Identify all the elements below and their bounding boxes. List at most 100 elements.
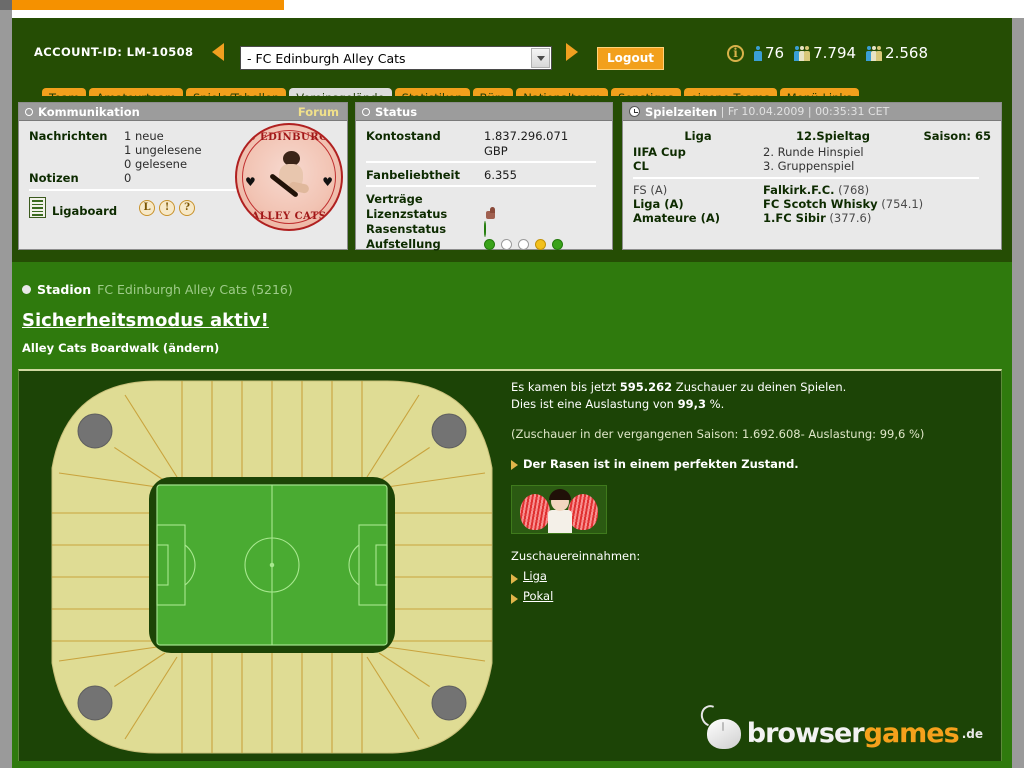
revenue-link-liga-row: Liga [511, 568, 981, 585]
spielzeiten-date: Fr 10.04.2009 [727, 105, 805, 118]
spielzeiten-header-row: Liga 12.Spieltag Saison: 65 [633, 129, 991, 143]
status-dot-green [484, 221, 486, 237]
main-tabs: Team Amateurteam Spiele/Tabellen Vereins… [42, 88, 860, 96]
spielzeiten-row-cl: CL 3. Gruppenspiel [633, 159, 991, 173]
vertraege-label: Verträge [366, 192, 423, 206]
revenue-link-liga[interactable]: Liga [523, 568, 547, 585]
info-circle-icon[interactable]: i [727, 44, 744, 62]
nachrichten-new[interactable]: 1 neue [124, 129, 164, 143]
spielzeiten-panel: Spielzeiten | Fr 10.04.2009 | 00:35:31 C… [622, 102, 1002, 250]
pitch-status-text: Der Rasen ist in einem perfekten Zustand… [523, 457, 799, 471]
attendance-prefix: Es kamen bis jetzt [511, 380, 620, 394]
revenue-label: Zuschauereinnahmen: [511, 549, 641, 563]
tab-team[interactable]: Team [42, 88, 87, 96]
match-type: Amateure (A) [633, 211, 721, 225]
logo-tld: .de [961, 726, 983, 741]
cheerleader-dress [548, 510, 572, 533]
notizen-value[interactable]: 0 [124, 171, 131, 185]
emblem-bottom-text: ALLEY CATS [251, 211, 327, 222]
opponent-rating: (768) [838, 183, 870, 197]
kontostand-currency: GBP [484, 144, 508, 158]
aufstellung-row: Aufstellung [366, 237, 602, 251]
ligaboard-button-l[interactable]: L [139, 199, 156, 216]
pitch-status-row: Der Rasen ist in einem perfekten Zustand… [511, 456, 981, 473]
stadium-info: Es kamen bis jetzt 595.262 Zuschauer zu … [511, 379, 981, 605]
competition-name: IIFA Cup [633, 145, 686, 159]
person-icon [754, 45, 762, 61]
competition-detail: 2. Runde Hinspiel [763, 145, 864, 159]
ligaboard-label[interactable]: Ligaboard [52, 204, 117, 218]
app-root: ACCOUNT-ID: LM-10508 - FC Edinburgh Alle… [0, 0, 1024, 768]
fanbeliebtheit-label: Fanbeliebtheit [366, 168, 460, 182]
nachrichten-unread[interactable]: 1 ungelesene [124, 143, 202, 157]
fanbeliebtheit-row: Fanbeliebtheit 6.355 [366, 168, 602, 182]
spielzeiten-body: Liga 12.Spieltag Saison: 65 IIFA Cup 2. … [623, 121, 1001, 231]
revenue-link-pokal[interactable]: Pokal [523, 588, 553, 605]
stat-teams: 2.568 [866, 44, 928, 62]
aufstellung-dots [484, 237, 563, 251]
vertraege-row: Verträge [366, 192, 602, 206]
tab-buero[interactable]: Büro [472, 88, 514, 96]
tab-vereinsgelaende[interactable]: Vereinsgelände [289, 88, 392, 96]
cheerleader-hair [549, 489, 571, 500]
stadion-section-title: Stadion FC Edinburgh Alley Cats (5216) [22, 282, 293, 297]
group-icon [866, 45, 883, 61]
spielzeiten-title: Spielzeiten [645, 104, 718, 119]
top-white-banner [12, 10, 1024, 18]
security-mode-heading: Sicherheitsmodus aktiv! [22, 310, 269, 331]
fanbeliebtheit-value: 6.355 [484, 168, 517, 182]
ligaboard-button-alert[interactable]: ! [159, 199, 176, 216]
prev-team-arrow[interactable] [212, 43, 224, 61]
kontostand-value: 1.837.296.071 [484, 129, 569, 143]
forum-link[interactable]: Forum [298, 105, 339, 119]
spielzeiten-row-amateure: Amateure (A) 1.FC Sibir (377.6) [633, 211, 991, 225]
divider [366, 185, 596, 187]
close-paren: ) [214, 341, 220, 355]
kommunikation-panel-header: Kommunikation Forum [19, 103, 347, 121]
attendance-value: 595.262 [619, 380, 673, 394]
tab-nationalteam[interactable]: Nationalteam [516, 88, 608, 96]
spielzeiten-panel-header: Spielzeiten | Fr 10.04.2009 | 00:35:31 C… [623, 103, 1001, 121]
fan-image [511, 485, 607, 534]
tab-sonstiges[interactable]: Sonstiges [610, 88, 681, 96]
chevron-down-icon[interactable] [531, 48, 550, 68]
status-body: Kontostand 1.837.296.071 GBP Fanbeliebth… [356, 121, 612, 258]
competition-detail: 3. Gruppenspiel [763, 159, 855, 173]
lizenzstatus-label: Lizenzstatus [366, 207, 448, 221]
logo-part2: games [863, 718, 960, 749]
circle-outline-icon [25, 107, 33, 116]
stat-teams-value: 2.568 [885, 44, 928, 62]
aufstellung-label: Aufstellung [366, 237, 441, 251]
spielzeiten-head-spieltag: 12.Spieltag [795, 129, 871, 143]
tab-menue-links[interactable]: Menü-Links [779, 88, 860, 96]
team-select-value: - FC Edinburgh Alley Cats [247, 50, 406, 66]
tab-amateurteam[interactable]: Amateurteam [89, 88, 183, 96]
status-panel-header: Status [356, 103, 612, 121]
nachrichten-read[interactable]: 0 gelesene [124, 157, 187, 171]
aufstellung-dot-4 [535, 238, 546, 250]
triangle-bullet-icon [511, 460, 518, 470]
logout-button[interactable]: Logout [597, 47, 665, 70]
kommunikation-body: Nachrichten 1 neue 1 ungelesene 0 gelese… [19, 121, 347, 231]
kontostand-currency-row: GBP [366, 144, 602, 158]
team-select[interactable]: - FC Edinburgh Alley Cats [240, 46, 552, 70]
tab-statistiken[interactable]: Statistiken [394, 88, 470, 96]
pompom-right-icon [568, 494, 598, 530]
ligaboard-button-help[interactable]: ? [179, 199, 196, 216]
opponent-name: 1.FC Sibir [763, 211, 826, 225]
status-panel: Status Kontostand 1.837.296.071 GBP Fanb… [355, 102, 613, 251]
mouse-icon [706, 718, 741, 749]
next-team-arrow[interactable] [566, 43, 578, 61]
tab-eigene-teams[interactable]: eigene Teams [683, 88, 777, 96]
attendance-suffix: Zuschauer zu deinen Spielen. [672, 380, 847, 394]
stat-users-value: 7.794 [813, 44, 857, 62]
emblem-top-text: FC EDINBURGH [239, 132, 339, 143]
aufstellung-dot-3 [518, 238, 529, 250]
change-stadium-link[interactable]: ändern [168, 341, 214, 355]
divider [29, 189, 257, 191]
tab-spiele-tabellen[interactable]: Spiele/Tabellen [185, 88, 287, 96]
app-header: ACCOUNT-ID: LM-10508 - FC Edinburgh Alle… [12, 18, 1012, 96]
status-title: Status [375, 104, 418, 119]
pompom-left-icon [520, 494, 550, 530]
